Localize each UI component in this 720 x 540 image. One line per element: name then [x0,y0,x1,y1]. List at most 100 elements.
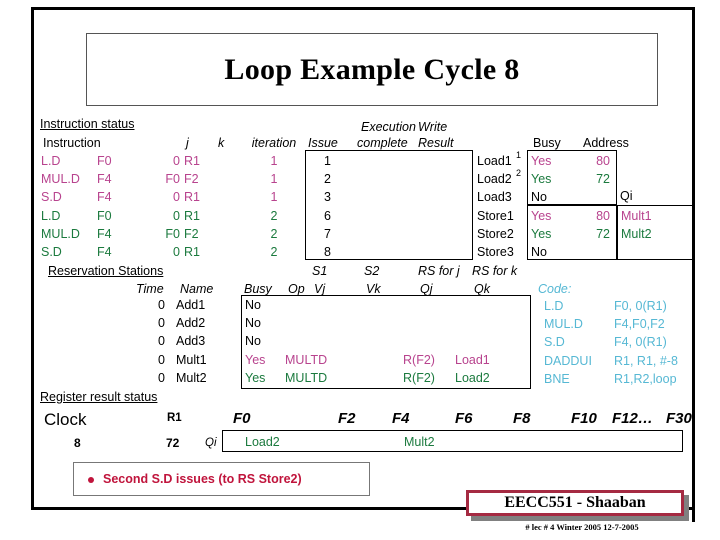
buffer-name: Store2 [477,226,514,241]
rs-busy: Yes [245,370,266,385]
buffer-name: Store3 [477,245,514,259]
header-issue: Issue [308,136,338,150]
header-vj: Vj [314,282,326,296]
instr-j: F0 [165,226,180,241]
buffer-busy: Yes [531,208,552,223]
rs-name: Mult1 [176,352,207,367]
header-s1: S1 [312,264,328,278]
instruction-status-label: Instruction status [40,117,135,131]
instr-issue: 7 [324,226,331,241]
instr-dest: F4 [97,245,112,259]
register-header-F30: F30 [666,410,692,427]
footer-band: EECC551 - Shaaban [466,490,684,516]
buffer-name: Load3 [477,190,512,205]
rs-vk: R(F2) [403,370,435,385]
footer: EECC551 - Shaaban # lec # 4 Winter 2005 … [466,490,698,536]
header-name: Name [180,282,214,296]
buffer-busy: No [531,245,547,259]
buffer-busy: No [531,190,547,205]
header-iteration: iteration [251,136,297,150]
instr-issue: 6 [324,208,331,223]
instr-dest: F4 [97,190,112,205]
instr-k: F2 [184,172,199,187]
rs-time: 0 [158,352,165,367]
instr-issue: 3 [324,190,331,205]
register-header-F12: F12… [612,410,653,427]
header-vk: Vk [366,282,381,296]
instr-name: L.D [41,154,61,168]
rs-busy: No [245,334,261,349]
code-args: F4,F0,F2 [614,317,665,332]
register-header-F10: F10 [571,410,597,427]
register-header-F0: F0 [233,410,251,427]
header-time: Time [136,282,164,296]
buffer-superscript: 2 [516,168,522,179]
header-address-buffers: Address [583,136,629,150]
instr-name: S.D [41,245,62,259]
register-header-F6: F6 [455,410,473,427]
instr-k: R1 [184,245,200,259]
rs-op: MULTD [285,370,328,385]
rs-time: 0 [158,334,165,349]
rs-vk: R(F2) [403,352,435,367]
code-label: Code: [538,282,572,296]
reservation-stations-label: Reservation Stations [48,264,164,278]
rs-name: Add2 [176,316,206,331]
instr-k: R1 [184,154,200,168]
code-op: MUL.D [544,317,583,332]
instr-dest: F4 [97,172,112,187]
instr-k: R1 [184,208,200,223]
header-write: Write [418,120,448,134]
header-busy-buffers: Busy [533,136,561,150]
instr-k: F2 [184,226,199,241]
header-busy-rs: Busy [244,282,272,296]
instr-issue: 2 [324,172,331,187]
rs-qj: Load2 [455,370,490,385]
buffer-busy: Yes [531,226,552,241]
rs-op: MULTD [285,352,328,367]
header-qj: Qj [420,282,433,296]
register-header-F2: F2 [338,410,356,427]
register-value-F0: Load2 [245,435,280,449]
rs-name: Add3 [176,334,206,349]
buffer-address: 72 [596,172,610,187]
code-args: R1, R1, #-8 [614,353,678,368]
header-j: j [186,136,189,150]
buffer-superscript: 1 [516,150,522,160]
instr-name: S.D [41,190,62,205]
register-value-F4: Mult2 [404,435,435,449]
buffer-address: 80 [596,208,610,223]
slide-title-box: Loop Example Cycle 8 [86,33,658,106]
register-result-box [222,430,683,452]
header-qk: Qk [474,282,490,296]
header-result: Result [418,136,454,150]
r1-label: R1 [167,412,182,424]
instr-issue: 8 [324,245,331,259]
register-header-F4: F4 [392,410,410,427]
buffer-address: 72 [596,226,610,241]
r1-value: 72 [166,436,180,450]
buffer-name: Store1 [477,208,514,223]
code-op: DADDUI [544,353,592,368]
rs-time: 0 [158,298,165,312]
rs-busy: No [245,316,261,331]
rs-busy: Yes [245,352,266,367]
footer-meta: # lec # 4 Winter 2005 12-7-2005 [525,522,639,532]
buffer-name: Load2 [477,172,512,187]
instr-j: 0 [173,154,180,168]
code-args: F0, 0(R1) [614,299,667,313]
header-rs-for-j: RS for j [418,264,460,278]
buffer-name: Load1 [477,154,512,168]
instr-k: R1 [184,190,200,205]
clock-value: 8 [74,436,81,450]
instr-issue: 1 [324,154,331,168]
instr-j: 0 [173,245,180,259]
code-op: L.D [544,299,564,313]
rs-busy: No [245,298,261,312]
buffer-busy: Yes [531,154,552,168]
code-op: S.D [544,335,565,350]
page-title: Loop Example Cycle 8 [224,52,520,86]
header-s2: S2 [364,264,380,278]
bullet-dot-icon [88,477,94,483]
rs-name: Add1 [176,298,206,312]
